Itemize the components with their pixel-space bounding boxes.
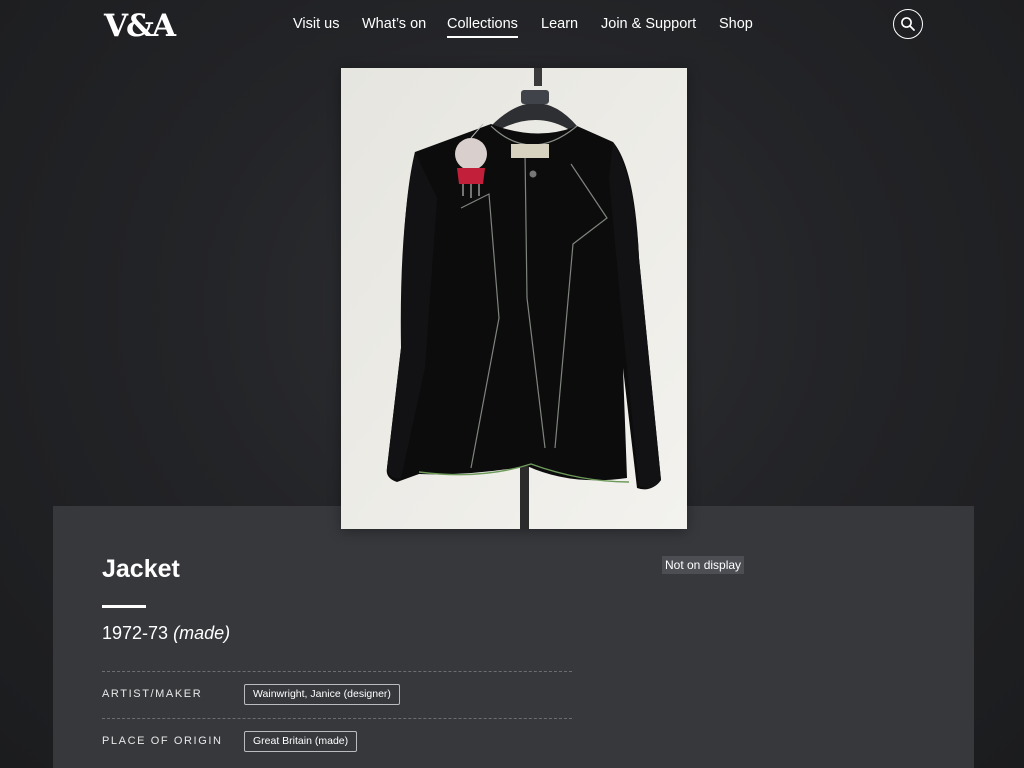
search-icon [901,17,915,31]
nav-join-support[interactable]: Join & Support [601,16,696,32]
nav-collections[interactable]: Collections [447,16,518,38]
object-image[interactable] [341,68,687,529]
nav-whats-on[interactable]: What’s on [362,16,426,32]
date-qualifier: (made) [173,623,231,643]
nav-learn[interactable]: Learn [541,16,578,32]
search-button[interactable] [893,9,923,39]
detail-label: PLACE OF ORIGIN [102,735,223,747]
va-logo[interactable]: V&A [104,8,176,44]
object-title: Jacket [102,555,180,583]
detail-label: ARTIST/MAKER [102,688,203,700]
date-value: 1972-73 [102,623,169,643]
object-date: 1972-73 (made) [102,623,230,644]
detail-row-place-of-origin: PLACE OF ORIGIN Great Britain (made) [102,718,572,765]
place-of-origin-tag[interactable]: Great Britain (made) [244,731,358,752]
title-underline [102,605,146,608]
detail-row-artist-maker: ARTIST/MAKER Wainwright, Janice (designe… [102,671,572,718]
artist-maker-tag[interactable]: Wainwright, Janice (designer) [244,684,400,705]
nav-visit-us[interactable]: Visit us [293,16,339,32]
site-header: V&A Visit us What’s on Collections Learn… [0,0,1024,52]
jacket-photo [341,68,687,529]
nav-shop[interactable]: Shop [719,16,753,32]
display-status-badge: Not on display [662,556,745,574]
